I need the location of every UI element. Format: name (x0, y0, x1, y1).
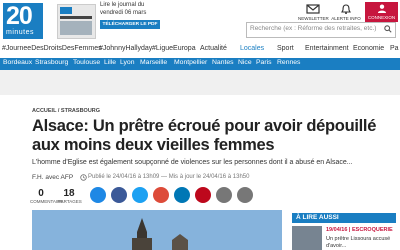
city-rennes[interactable]: Rennes (277, 59, 300, 66)
nav-item-locales[interactable]: Locales (240, 45, 264, 52)
alert-info-label: ALERTE INFO (331, 16, 361, 21)
nav-item-entertainment[interactable]: Entertainment (305, 45, 349, 52)
comments-label: COMMENTAIRE (30, 199, 64, 204)
article-title: Alsace: Un prêtre écroué pour avoir dépo… (32, 117, 377, 154)
read-also-date: 19/04/16 | ESCROQUERIE (326, 227, 393, 233)
church-photo (32, 210, 282, 250)
city-bar: Bordeaux Strasbourg Toulouse Lille Lyon … (0, 58, 400, 70)
city-nantes[interactable]: Nantes (212, 59, 234, 66)
twitter-icon[interactable] (132, 187, 148, 203)
download-pdf-button[interactable]: TÉLÉCHARGER LE PDF (100, 20, 160, 29)
search-field[interactable]: Recherche (ex : Réforme des retraites, e… (246, 22, 396, 38)
nav-item-sport[interactable]: Sport (277, 45, 294, 52)
newsletter-button[interactable]: NEWSLETTER (298, 4, 329, 21)
envelope-icon (306, 4, 320, 14)
city-nice[interactable]: Nice (238, 59, 252, 66)
shares-label: PARTAGES (58, 199, 82, 204)
city-montpellier[interactable]: Montpellier (174, 59, 207, 66)
read-line-1: Lire le journal du (100, 2, 145, 8)
read-also-title: À LIRE AUSSI (292, 213, 396, 223)
user-icon (377, 4, 386, 13)
search-icon[interactable] (384, 25, 392, 33)
city-marseille[interactable]: Marseille (140, 59, 167, 66)
shares-count: 18 (63, 188, 75, 199)
article-dates: Publié le 24/04/16 à 13h09 — Mis à jour … (88, 174, 250, 180)
messenger-icon[interactable] (90, 187, 106, 203)
linkedin-icon[interactable] (174, 187, 190, 203)
google-plus-icon[interactable] (153, 187, 169, 203)
nav-item-ligue-europa[interactable]: #LigueEuropa (152, 45, 196, 52)
main-nav: #JourneeDesDroitsDesFemmes #JohnnyHallyd… (0, 41, 400, 59)
search-placeholder: Recherche (ex : Réforme des retraites, e… (250, 25, 377, 32)
logo-subtitle: minutes (6, 29, 35, 36)
logo-number: 20 (6, 2, 33, 30)
email-icon[interactable] (237, 187, 253, 203)
article-image (32, 210, 282, 250)
city-toulouse[interactable]: Toulouse (73, 59, 100, 66)
comments-counter[interactable]: 0 COMMENTAIRE (30, 188, 64, 204)
article-lead: L'homme d'Eglise est également soupçonné… (32, 159, 353, 166)
pinterest-icon[interactable] (195, 187, 211, 203)
nav-item-economie[interactable]: Economie (353, 45, 384, 52)
facebook-icon[interactable] (111, 187, 127, 203)
shares-counter: 18 PARTAGES (58, 188, 82, 204)
breadcrumb[interactable]: ACCUEIL / STRASBOURG (32, 108, 100, 114)
newspaper-cover-thumbnail[interactable] (57, 4, 96, 39)
comments-count: 0 (38, 188, 44, 199)
connexion-label: CONNEXION (367, 15, 396, 20)
read-line-2: vendredi 06 mars (100, 9, 147, 16)
connexion-button[interactable]: CONNEXION (365, 2, 398, 22)
site-header: 20 minutes Lire le journal du vendredi 0… (0, 0, 400, 41)
nav-item-actualite[interactable]: Actualité (200, 45, 227, 52)
bell-icon (341, 4, 351, 14)
read-newspaper-text[interactable]: Lire le journal du vendredi 06 mars (100, 2, 160, 17)
site-logo[interactable]: 20 minutes (3, 2, 43, 39)
city-lyon[interactable]: Lyon (120, 59, 135, 66)
city-paris[interactable]: Paris (256, 59, 272, 66)
city-bordeaux[interactable]: Bordeaux (3, 59, 32, 66)
city-strasbourg[interactable]: Strasbourg (35, 59, 68, 66)
clock-icon (80, 174, 87, 181)
read-also-thumbnail[interactable] (292, 226, 322, 250)
alert-info-button[interactable]: ALERTE INFO (331, 4, 361, 21)
newsletter-label: NEWSLETTER (298, 16, 329, 21)
print-icon[interactable] (216, 187, 232, 203)
nav-item-johnny-hallyday[interactable]: #JohnnyHallyday (99, 45, 152, 52)
read-also-link[interactable]: Un prêtre Lissoura accusé d'avoir... (326, 236, 396, 250)
article-byline: F.H. avec AFP (32, 174, 74, 181)
nav-item-journee-droits-femmes[interactable]: #JourneeDesDroitsDesFemmes (2, 45, 102, 52)
city-lille[interactable]: Lille (104, 59, 116, 66)
nav-item-more[interactable]: Pa (390, 45, 399, 52)
ad-banner-area (0, 70, 400, 95)
